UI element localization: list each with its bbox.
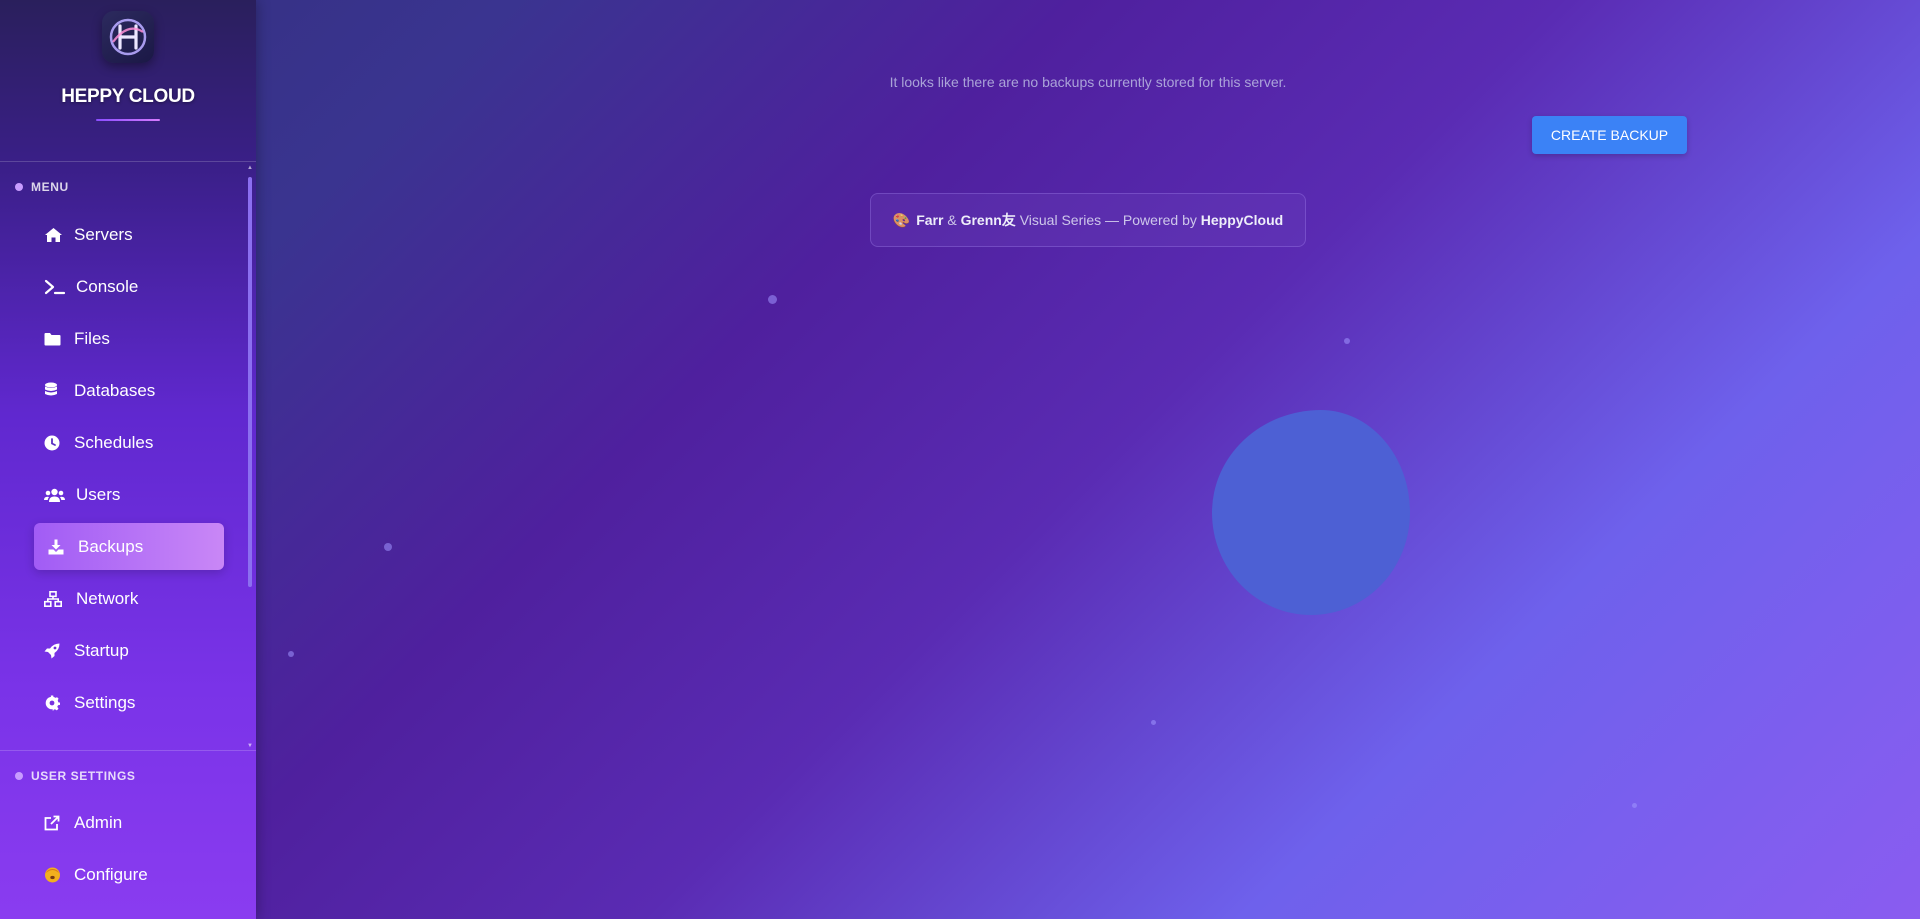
sidebar-item-label: Files: [74, 328, 110, 348]
background-dot: [384, 543, 392, 551]
sidebar-item-label: Schedules: [74, 432, 154, 452]
sidebar-item-label: Databases: [74, 380, 156, 400]
scroll-down-arrow-icon[interactable]: ▼: [247, 743, 253, 749]
sidebar-item-label: Startup: [74, 640, 129, 660]
menu-heading-dot: [15, 183, 23, 191]
brand-header: HEPPY CLOUD: [0, 0, 256, 162]
create-backup-button[interactable]: CREATE BACKUP: [1532, 116, 1687, 154]
external-link-icon: [44, 814, 66, 832]
user-settings-heading: USER SETTINGS: [15, 769, 135, 783]
sidebar-item-label: Settings: [74, 692, 136, 712]
sidebar-divider: [0, 750, 256, 751]
credit-author-a: Farr: [916, 212, 944, 228]
menu-heading: MENU: [15, 180, 69, 194]
credit-middle-text: Visual Series — Powered by: [1015, 212, 1201, 228]
sidebar-item-network[interactable]: Network: [34, 575, 224, 622]
menu-heading-label: MENU: [31, 180, 69, 194]
sidebar-item-label: Console: [76, 276, 139, 296]
rocket-icon: [44, 642, 66, 660]
user-settings-heading-label: USER SETTINGS: [31, 769, 136, 783]
background-dot: [1151, 720, 1156, 725]
brand-underline: [96, 119, 160, 121]
sidebar-item-label: Servers: [74, 224, 133, 244]
home-icon: [44, 226, 66, 244]
credit-brand: HeppyCloud: [1200, 212, 1284, 228]
scroll-up-arrow-icon[interactable]: ▲: [247, 165, 253, 171]
background-dot: [1632, 803, 1637, 808]
configure-emoji-icon: [44, 866, 66, 884]
background-blob: [1212, 410, 1410, 615]
brand-name: HEPPY CLOUD: [61, 86, 195, 107]
sidebar-scrollbar[interactable]: ▲ ▼: [247, 165, 253, 749]
sidebar-item-schedules[interactable]: Schedules: [34, 419, 224, 466]
database-icon: [44, 382, 66, 400]
sidebar-item-backups[interactable]: Backups: [34, 523, 224, 570]
scrollbar-thumb[interactable]: [248, 177, 252, 587]
user-settings-heading-dot: [15, 772, 23, 780]
sidebar-item-configure[interactable]: Configure: [34, 851, 224, 898]
background-dot: [288, 651, 294, 657]
credit-banner: 🎨 Farr & Grenn友 Visual Series — Powered …: [870, 193, 1306, 247]
sidebar-item-settings[interactable]: Settings: [34, 679, 224, 726]
gear-icon: [44, 694, 66, 712]
credit-author-b: Grenn友: [960, 212, 1016, 228]
credit-ampersand: &: [943, 212, 961, 228]
background-dot: [768, 295, 777, 304]
download-icon: [48, 538, 70, 556]
sidebar: HEPPY CLOUD MENU Servers Console Files D…: [0, 0, 256, 919]
sidebar-item-admin[interactable]: Admin: [34, 799, 224, 846]
folder-icon: [44, 330, 66, 348]
sidebar-item-files[interactable]: Files: [34, 315, 224, 362]
network-icon: [44, 590, 68, 608]
sidebar-item-label: Backups: [78, 536, 144, 556]
sidebar-item-label: Configure: [74, 864, 148, 884]
sidebar-item-console[interactable]: Console: [34, 263, 224, 310]
sidebar-item-label: Admin: [74, 812, 123, 832]
sidebar-item-label: Users: [76, 484, 121, 504]
background-dot: [1344, 338, 1350, 344]
terminal-icon: [44, 278, 68, 296]
sidebar-item-label: Network: [76, 588, 139, 608]
sidebar-item-servers[interactable]: Servers: [34, 211, 224, 258]
empty-backups-message: It looks like there are no backups curre…: [889, 74, 1287, 90]
sidebar-item-users[interactable]: Users: [34, 471, 224, 518]
clock-icon: [44, 434, 66, 452]
users-icon: [44, 486, 68, 504]
palette-emoji-icon: 🎨: [892, 211, 911, 228]
sidebar-item-startup[interactable]: Startup: [34, 627, 224, 674]
sidebar-item-databases[interactable]: Databases: [34, 367, 224, 414]
heppy-cloud-logo-icon[interactable]: [102, 11, 154, 63]
